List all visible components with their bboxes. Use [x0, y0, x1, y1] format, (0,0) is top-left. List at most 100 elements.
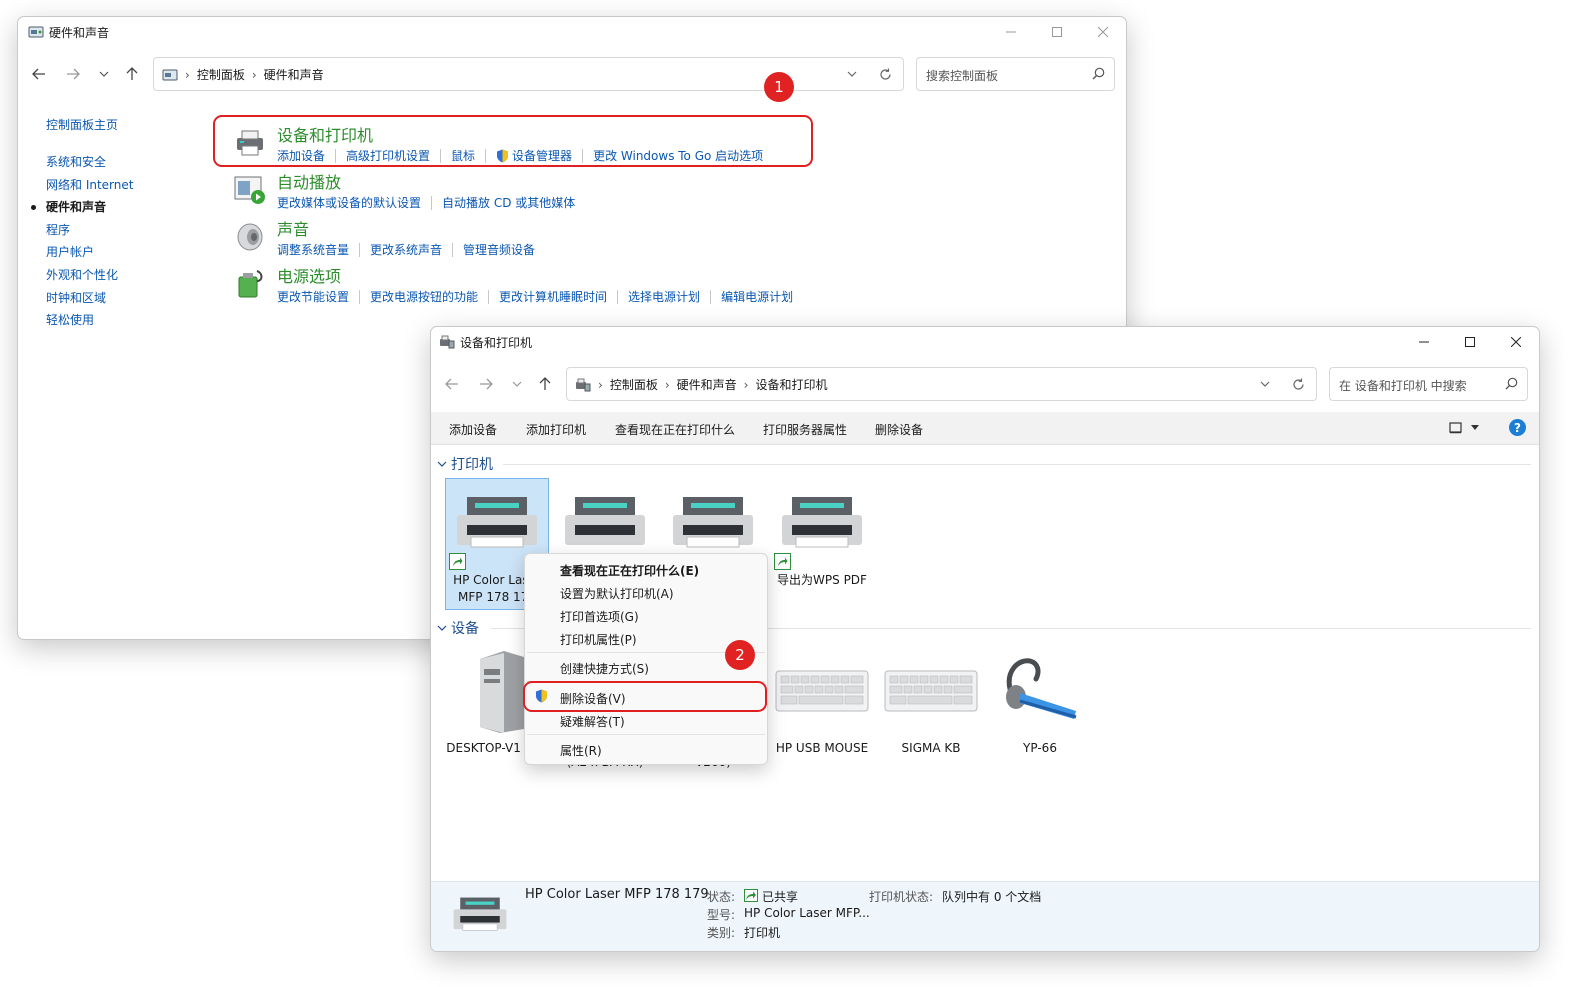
view-dropdown-icon[interactable] — [1471, 425, 1479, 430]
nav-item-hardware-sound[interactable]: 硬件和声音 — [30, 196, 133, 219]
printer-label: 导出为WPS PDF — [777, 573, 867, 587]
link-change-power-saving[interactable]: 更改节能设置 — [277, 288, 349, 305]
minimize-button[interactable] — [988, 17, 1034, 47]
breadcrumb: › 控制面板 › 硬件和声音 — [162, 66, 324, 83]
chevron-right-icon: › — [598, 377, 603, 392]
breadcrumb-item[interactable]: 硬件和声音 — [677, 376, 737, 393]
nav-item-appearance[interactable]: 外观和个性化 — [46, 264, 133, 287]
chevron-right-icon: › — [185, 67, 190, 82]
toolbar-remove-device[interactable]: 删除设备 — [875, 421, 923, 438]
maximize-button[interactable] — [1447, 327, 1493, 357]
nav-item-system-security[interactable]: 系统和安全 — [46, 151, 133, 174]
search-placeholder: 搜索控制面板 — [926, 69, 999, 83]
printer-item[interactable] — [553, 493, 657, 560]
chevron-down-icon — [437, 625, 447, 631]
refresh-icon[interactable] — [1292, 378, 1305, 391]
up-button[interactable] — [534, 373, 556, 395]
menu-item-set-default-printer[interactable]: 设置为默认打印机(A) — [560, 585, 674, 602]
toolbar-add-device[interactable]: 添加设备 — [449, 421, 497, 438]
breadcrumb-item[interactable]: 硬件和声音 — [264, 66, 324, 83]
printer-status-value: 队列中有 0 个文档 — [942, 890, 1042, 904]
shortcut-arrow-icon — [774, 553, 791, 570]
arrow-right-icon — [480, 378, 493, 390]
printer-item[interactable] — [661, 493, 765, 560]
link-change-media-defaults[interactable]: 更改媒体或设备的默认设置 — [277, 194, 421, 211]
printer-icon — [673, 497, 753, 548]
menu-separator — [527, 734, 765, 735]
category-title[interactable]: 声音 — [277, 216, 309, 240]
chevron-down-icon[interactable] — [1260, 381, 1270, 387]
device-item[interactable]: SIGMA KB — [879, 649, 983, 757]
maximize-button[interactable] — [1034, 17, 1080, 47]
toolbar-see-whats-printing[interactable]: 查看现在正在打印什么 — [615, 421, 735, 438]
left-navigation: 控制面板主页 系统和安全 网络和 Internet 硬件和声音 程序 用户帐户 … — [30, 116, 133, 332]
close-button[interactable] — [1493, 327, 1539, 357]
link-change-system-sounds[interactable]: 更改系统声音 — [370, 241, 442, 258]
breadcrumb-item[interactable]: 控制面板 — [197, 66, 245, 83]
view-options-icon[interactable] — [1449, 422, 1463, 434]
minimize-button[interactable] — [1401, 327, 1447, 357]
menu-item-see-whats-printing[interactable]: 查看现在正在打印什么(E) — [560, 562, 699, 579]
close-button[interactable] — [1080, 17, 1126, 47]
arrow-left-icon — [445, 378, 458, 390]
link-sleep-time[interactable]: 更改计算机睡眠时间 — [499, 288, 607, 305]
menu-item-printer-properties[interactable]: 打印机属性(P) — [560, 631, 637, 648]
keyboard-icon — [884, 670, 978, 712]
caption-buttons — [1401, 327, 1539, 357]
group-header-devices[interactable]: 设备 — [437, 618, 479, 638]
divider — [488, 289, 490, 304]
link-choose-power-plan[interactable]: 选择电源计划 — [628, 288, 700, 305]
control-panel-icon — [28, 26, 44, 38]
menu-item-create-shortcut[interactable]: 创建快捷方式(S) — [560, 660, 649, 677]
nav-item-programs[interactable]: 程序 — [46, 219, 133, 242]
category-links: 调整系统音量 更改系统声音 管理音频设备 — [277, 241, 535, 258]
printer-icon — [782, 497, 862, 548]
printer-item[interactable]: 导出为WPS PDF — [770, 493, 874, 589]
link-adjust-volume[interactable]: 调整系统音量 — [277, 241, 349, 258]
shared-icon — [744, 889, 758, 902]
link-edit-power-plan[interactable]: 编辑电源计划 — [721, 288, 793, 305]
refresh-icon[interactable] — [879, 68, 892, 81]
category-title[interactable]: 自动播放 — [277, 169, 341, 193]
control-panel-home-link[interactable]: 控制面板主页 — [46, 116, 133, 133]
nav-item-ease-of-access[interactable]: 轻松使用 — [46, 309, 133, 332]
back-button[interactable] — [28, 63, 50, 85]
address-bar[interactable]: › 控制面板 › 硬件和声音 › 设备和打印机 — [566, 367, 1317, 401]
search-box[interactable]: 搜索控制面板 — [916, 57, 1115, 91]
search-box[interactable]: 在 设备和打印机 中搜索 — [1329, 367, 1528, 401]
device-item[interactable]: YP-66 — [988, 649, 1092, 757]
link-manage-audio-devices[interactable]: 管理音频设备 — [463, 241, 535, 258]
chevron-down-icon — [99, 71, 109, 77]
menu-item-troubleshoot[interactable]: 疑难解答(T) — [560, 713, 625, 730]
recent-locations-button[interactable] — [506, 373, 528, 395]
link-power-button-function[interactable]: 更改电源按钮的功能 — [370, 288, 478, 305]
chevron-right-icon: › — [251, 67, 257, 82]
divider — [503, 464, 1531, 465]
link-autoplay-cd[interactable]: 自动播放 CD 或其他媒体 — [442, 194, 575, 211]
category-title[interactable]: 电源选项 — [277, 263, 341, 287]
menu-item-properties[interactable]: 属性(R) — [560, 742, 602, 759]
command-bar: 添加设备 添加打印机 查看现在正在打印什么 打印服务器属性 删除设备 ? — [431, 412, 1539, 445]
device-label: SIGMA KB — [901, 741, 961, 755]
category-label: 类别: — [707, 926, 736, 940]
nav-item-clock-region[interactable]: 时钟和区域 — [46, 287, 133, 310]
nav-item-network[interactable]: 网络和 Internet — [46, 174, 133, 197]
help-icon[interactable]: ? — [1509, 419, 1526, 436]
forward-button[interactable] — [62, 63, 84, 85]
title-bar: 硬件和声音 — [18, 17, 1126, 47]
toolbar-add-printer[interactable]: 添加打印机 — [526, 421, 586, 438]
chevron-down-icon[interactable] — [847, 71, 857, 77]
up-button[interactable] — [121, 63, 143, 85]
breadcrumb-item[interactable]: 控制面板 — [610, 376, 658, 393]
toolbar-print-server-properties[interactable]: 打印服务器属性 — [763, 421, 847, 438]
menu-item-printing-preferences[interactable]: 打印首选项(G) — [560, 608, 639, 625]
forward-button[interactable] — [475, 373, 497, 395]
back-button[interactable] — [441, 373, 463, 395]
group-header-printers[interactable]: 打印机 — [437, 454, 493, 474]
arrow-up-icon — [126, 67, 138, 80]
breadcrumb-item[interactable]: 设备和打印机 — [755, 376, 827, 393]
nav-item-user-accounts[interactable]: 用户帐户 — [46, 241, 133, 264]
device-item[interactable]: HP USB MOUSE — [770, 649, 874, 757]
recent-locations-button[interactable] — [93, 63, 115, 85]
printer-status-label: 打印机状态: — [869, 890, 934, 904]
